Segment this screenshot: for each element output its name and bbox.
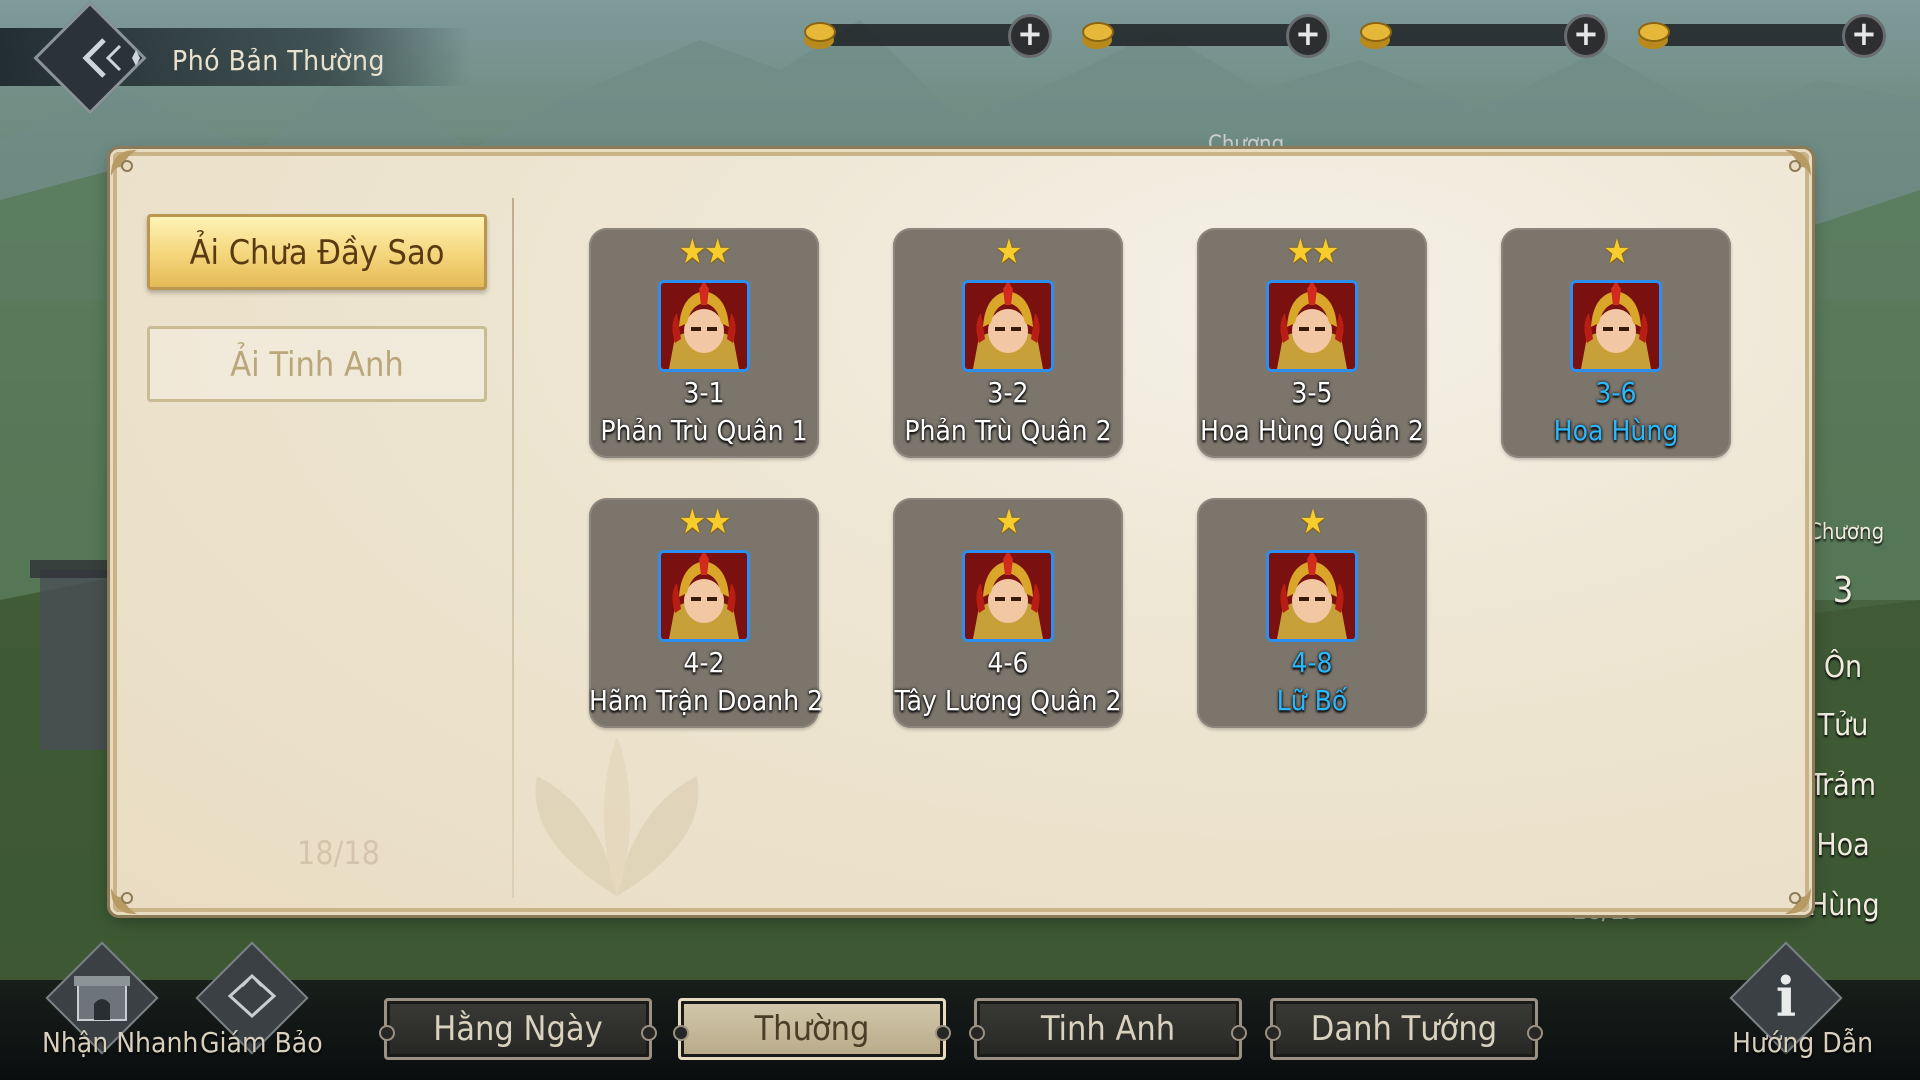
tab-elite[interactable]: Tinh Anh: [969, 998, 1247, 1060]
stage-card[interactable]: ★★ 4-2 Hãm Trận Doanh 2: [589, 498, 824, 728]
corner-ornament-icon: [111, 888, 137, 914]
gold-coin-icon: [1082, 22, 1114, 49]
tab-cap: [673, 1025, 689, 1041]
general-avatar: [962, 280, 1054, 372]
stage-level: 3-1: [683, 376, 725, 409]
page-title: Phó Bản Thường: [172, 44, 385, 77]
resource-bar: [1098, 24, 1308, 46]
resource-counter-1: +: [800, 14, 1052, 58]
tab-label: Tinh Anh: [1040, 1009, 1176, 1049]
resource-bar: [1376, 24, 1586, 46]
tab-cap: [1231, 1025, 1247, 1041]
stage-level: 4-6: [987, 646, 1029, 679]
stage-card[interactable]: ★ 3-2 Phản Trù Quân 2: [893, 228, 1123, 458]
guide-label: Hướng Dẫn: [1732, 1026, 1874, 1059]
add-resource-button[interactable]: +: [1564, 14, 1608, 58]
chapter-strip: Chương 3 Ôn Tửu Trảm Hoa Hùng: [1808, 470, 1885, 940]
general-avatar: [1266, 550, 1358, 642]
stage-name: Phản Trù Quân 1: [600, 414, 808, 447]
stage-level: 3-2: [987, 376, 1029, 409]
tab-label: Ải Chưa Đầy Sao: [189, 233, 445, 273]
tab-cap: [379, 1025, 395, 1041]
tab-label: Ải Tinh Anh: [230, 345, 404, 385]
tab-cap: [935, 1025, 951, 1041]
tab-label: Danh Tướng: [1310, 1009, 1498, 1049]
stage-level: 4-8: [1291, 646, 1333, 679]
add-resource-button[interactable]: +: [1008, 14, 1052, 58]
tab-cap: [1265, 1025, 1281, 1041]
back-arrow-icon: [82, 38, 140, 78]
tab-incomplete-stars[interactable]: Ải Chưa Đầy Sao: [147, 214, 487, 290]
chapter-strip-text: Hoa: [1816, 828, 1870, 863]
gold-coin-icon: [1638, 22, 1670, 49]
stage-name: Lữ Bố: [1276, 684, 1348, 717]
stage-card[interactable]: ★★ 3-1 Phản Trù Quân 1: [589, 228, 819, 458]
stage-name: Tây Lương Quân 2: [894, 684, 1122, 717]
chapter-strip-text: 3: [1832, 570, 1854, 611]
resource-counter-3: +: [1356, 14, 1608, 58]
general-avatar: [1570, 280, 1662, 372]
stage-card[interactable]: ★ 3-6 Hoa Hùng: [1501, 228, 1731, 458]
star-rating: ★★: [1286, 232, 1340, 272]
chapter-strip-text: Hùng: [1808, 888, 1880, 923]
resource-bar: [1654, 24, 1864, 46]
tab-elite-stages[interactable]: Ải Tinh Anh: [147, 326, 487, 402]
star-rating: ★★: [678, 502, 732, 542]
star-rating: ★★: [678, 232, 732, 272]
panel-watermark: 18/18: [297, 834, 380, 872]
add-resource-button[interactable]: +: [1286, 14, 1330, 58]
stage-name: Phản Trù Quân 2: [904, 414, 1112, 447]
stage-name: Hoa Hùng: [1553, 414, 1679, 447]
stage-name: Hoa Hùng Quân 2: [1200, 414, 1424, 447]
gold-coin-icon: [1360, 22, 1392, 49]
info-icon: i: [1775, 965, 1797, 1029]
tab-famous-generals[interactable]: Danh Tướng: [1265, 998, 1543, 1060]
tab-daily[interactable]: Hằng Ngày: [379, 998, 657, 1060]
corner-ornament-icon: [111, 150, 137, 176]
chapter-strip-text: Chương: [1808, 520, 1885, 545]
tab-label: Hằng Ngày: [433, 1009, 603, 1049]
corner-ornament-icon: [1785, 150, 1811, 176]
resource-counter-4: +: [1634, 14, 1886, 58]
tab-cap: [969, 1025, 985, 1041]
stage-name: Hãm Trận Doanh 2: [589, 684, 824, 717]
general-avatar: [962, 550, 1054, 642]
star-rating: ★: [1299, 502, 1326, 542]
chapter-strip-text: Ôn: [1823, 650, 1863, 685]
general-avatar: [658, 280, 750, 372]
castle-gate-icon: [74, 976, 130, 1021]
quick-claim-label: Nhận Nhanh: [42, 1026, 199, 1059]
general-avatar: [1266, 280, 1358, 372]
general-avatar: [658, 550, 750, 642]
tab-label: Thường: [754, 1009, 870, 1049]
star-rating: ★: [995, 502, 1022, 542]
add-resource-button[interactable]: +: [1842, 14, 1886, 58]
treasure-appraisal-label: Giám Bảo: [200, 1026, 323, 1059]
tab-cap: [1527, 1025, 1543, 1041]
resource-counter-2: +: [1078, 14, 1330, 58]
tab-cap: [641, 1025, 657, 1041]
stage-level: 3-5: [1291, 376, 1333, 409]
lotus-watermark-icon: [535, 736, 699, 896]
corner-ornament-icon: [1785, 888, 1811, 914]
stage-card[interactable]: ★ 4-6 Tây Lương Quân 2: [893, 498, 1123, 728]
stage-level: 4-2: [683, 646, 725, 679]
treasure-map-icon: [227, 973, 277, 1019]
stage-card[interactable]: ★★ 3-5 Hoa Hùng Quân 2: [1197, 228, 1427, 458]
star-rating: ★: [995, 232, 1022, 272]
star-rating: ★: [1603, 232, 1630, 272]
chapter-strip-text: Tửu: [1817, 708, 1869, 743]
resource-bar: [820, 24, 1030, 46]
stage-panel: 18/18 Ải Chưa Đầy Sao Ải Tinh Anh ★★ 3-1…: [111, 150, 1811, 914]
tab-normal[interactable]: Thường: [673, 998, 951, 1060]
gold-coin-icon: [804, 22, 836, 49]
stage-level: 3-6: [1595, 376, 1637, 409]
stage-card[interactable]: ★ 4-8 Lữ Bố: [1197, 498, 1427, 728]
chapter-strip-text: Trảm: [1810, 768, 1876, 803]
